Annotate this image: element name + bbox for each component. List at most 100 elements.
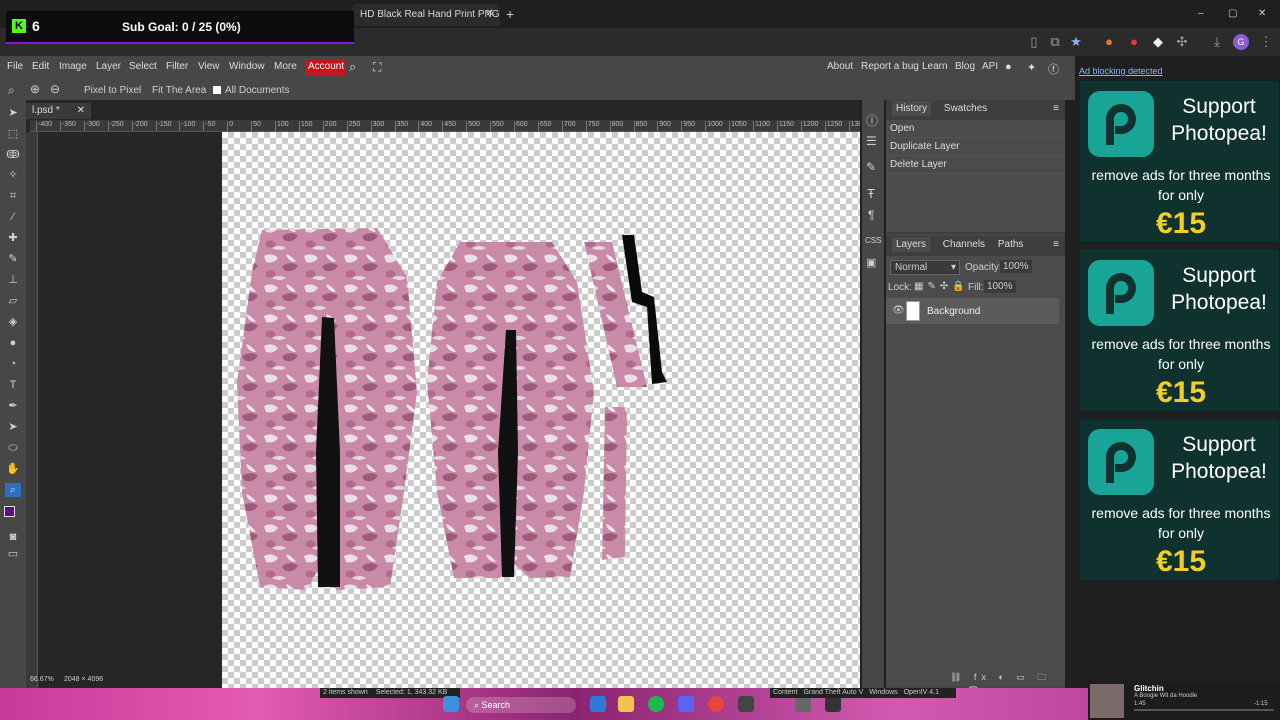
- foreground-color-swatch[interactable]: [4, 506, 15, 517]
- file-explorer-icon[interactable]: [618, 696, 634, 712]
- history-item[interactable]: Open: [886, 120, 1065, 138]
- menu-image[interactable]: Image: [59, 61, 87, 75]
- maximize-button[interactable]: ▢: [1228, 8, 1237, 19]
- obs-icon[interactable]: [738, 696, 754, 712]
- eraser-tool-icon[interactable]: ▱: [5, 294, 21, 308]
- crop-tool-icon[interactable]: ⌗: [5, 189, 21, 203]
- tab-channels[interactable]: Channels: [943, 239, 985, 250]
- tab-history[interactable]: History: [892, 101, 932, 116]
- ad-banner[interactable]: Support Photopea! remove ads for three m…: [1079, 80, 1280, 243]
- tab-paths[interactable]: Paths: [998, 239, 1024, 250]
- link-blog[interactable]: Blog: [955, 61, 975, 75]
- ad-banner[interactable]: Support Photopea! remove ads for three m…: [1079, 418, 1280, 581]
- screen-mode-icon[interactable]: ▭: [5, 547, 21, 561]
- paragraph-icon[interactable]: ¶: [868, 208, 874, 222]
- pen-tool-icon[interactable]: ✒: [5, 399, 21, 413]
- close-tab-icon[interactable]: ✕: [486, 8, 494, 19]
- clone-stamp-tool-icon[interactable]: ⊥: [5, 273, 21, 287]
- eyedropper-tool-icon[interactable]: ⁄: [5, 210, 21, 224]
- minimize-button[interactable]: –: [1198, 8, 1204, 19]
- extension-icon[interactable]: ●: [1101, 34, 1117, 50]
- properties-icon[interactable]: ☰: [866, 134, 877, 148]
- magic-wand-tool-icon[interactable]: ✧: [5, 168, 21, 182]
- blend-mode-select[interactable]: Normal ▾: [890, 260, 960, 275]
- healing-tool-icon[interactable]: ✚: [5, 231, 21, 245]
- menu-edit[interactable]: Edit: [32, 61, 49, 75]
- extension-icon[interactable]: ◆: [1150, 34, 1166, 50]
- fullscreen-icon[interactable]: ⛶: [373, 60, 381, 74]
- taskbar-search[interactable]: ⌕ Search: [466, 697, 576, 713]
- page-icon[interactable]: ▯: [1026, 34, 1042, 50]
- menu-layer[interactable]: Layer: [96, 61, 121, 75]
- ad-banner[interactable]: Support Photopea! remove ads for three m…: [1079, 249, 1280, 412]
- menu-view[interactable]: View: [198, 61, 220, 75]
- image-icon[interactable]: ▣: [866, 256, 876, 269]
- reddit-icon[interactable]: ●: [1005, 61, 1012, 75]
- taskbar-app-icon[interactable]: [590, 696, 606, 712]
- spotify-icon[interactable]: [648, 696, 664, 712]
- new-tab-button[interactable]: +: [506, 6, 514, 22]
- layer-row[interactable]: 👁 Background: [886, 298, 1059, 324]
- menu-select[interactable]: Select: [129, 61, 157, 75]
- eye-icon[interactable]: 👁: [892, 305, 905, 316]
- hand-tool-icon[interactable]: ✋: [5, 462, 21, 476]
- discord-icon[interactable]: [678, 696, 694, 712]
- download-icon[interactable]: ⤓: [1209, 34, 1225, 50]
- profile-avatar[interactable]: G: [1233, 34, 1249, 50]
- browser-tab[interactable]: HD Black Real Hand Print PNG ✕: [352, 4, 500, 26]
- shape-tool-icon[interactable]: ⬭: [5, 441, 21, 455]
- search-icon[interactable]: ⌕: [349, 59, 356, 74]
- menu-more[interactable]: More: [274, 61, 297, 75]
- dodge-tool-icon[interactable]: ◔: [5, 357, 21, 371]
- menu-file[interactable]: File: [7, 61, 23, 75]
- link-learn[interactable]: Learn: [922, 61, 948, 75]
- brush-settings-icon[interactable]: ✎: [866, 160, 876, 174]
- panel-menu-icon[interactable]: ≡: [1053, 103, 1059, 114]
- move-tool-icon[interactable]: ➤: [5, 106, 21, 120]
- zoom-tool-icon[interactable]: ⌕: [5, 483, 21, 497]
- tab-swatches[interactable]: Swatches: [944, 103, 987, 114]
- zoom-out-icon[interactable]: ⊖: [50, 82, 60, 96]
- close-document-icon[interactable]: ✕: [77, 105, 85, 116]
- type-tool-icon[interactable]: T: [5, 378, 21, 392]
- install-app-icon[interactable]: ⧉: [1047, 34, 1063, 50]
- path-select-tool-icon[interactable]: ➤: [5, 420, 21, 434]
- paint-bucket-tool-icon[interactable]: ◈: [5, 315, 21, 329]
- link-api[interactable]: API: [982, 61, 998, 75]
- account-button[interactable]: Account: [306, 59, 347, 76]
- tab-layers[interactable]: Layers: [892, 237, 931, 252]
- link-about[interactable]: About: [827, 61, 853, 75]
- canvas[interactable]: [222, 132, 860, 688]
- lasso-tool-icon[interactable]: ↂ: [5, 148, 21, 162]
- css-icon[interactable]: CSS: [865, 236, 881, 245]
- media-widget[interactable]: Glitchin A Boogie Wit da Hoodie 1:45 -1:…: [1088, 682, 1280, 720]
- facebook-icon[interactable]: ⓕ: [1048, 61, 1059, 76]
- chrome-menu-icon[interactable]: ⋮: [1258, 34, 1274, 50]
- taskbar-app-icon[interactable]: [825, 696, 841, 712]
- ad-blocking-notice[interactable]: Ad blocking detected: [1079, 66, 1163, 76]
- history-item[interactable]: Duplicate Layer: [886, 138, 1065, 156]
- opacity-input[interactable]: 100%: [1000, 260, 1032, 273]
- windows-start-icon[interactable]: [443, 696, 459, 712]
- twitter-icon[interactable]: ✦: [1027, 61, 1036, 75]
- link-report-bug[interactable]: Report a bug: [861, 61, 919, 75]
- quick-mask-icon[interactable]: ◙: [5, 530, 21, 544]
- all-documents-checkbox[interactable]: [213, 86, 221, 94]
- pixel-to-pixel-button[interactable]: Pixel to Pixel: [84, 85, 141, 96]
- info-icon[interactable]: ⓘ: [866, 112, 878, 129]
- panel-menu-icon[interactable]: ≡: [1053, 239, 1059, 250]
- document-tab[interactable]: l.psd * ✕: [26, 103, 91, 119]
- fill-input[interactable]: 100%: [984, 280, 1016, 293]
- zoom-in-icon[interactable]: ⊕: [30, 82, 40, 96]
- lock-icons[interactable]: ▦✎✣🔒: [914, 281, 969, 292]
- taskbar-app-icon[interactable]: [795, 696, 811, 712]
- chrome-icon[interactable]: [708, 696, 724, 712]
- menu-window[interactable]: Window: [229, 61, 265, 75]
- character-icon[interactable]: Ŧ: [867, 186, 875, 201]
- marquee-tool-icon[interactable]: ⬚: [5, 127, 21, 141]
- history-item[interactable]: Delete Layer: [886, 156, 1065, 174]
- close-window-button[interactable]: ✕: [1258, 8, 1266, 19]
- menu-filter[interactable]: Filter: [166, 61, 188, 75]
- extensions-puzzle-icon[interactable]: ✣: [1174, 34, 1190, 50]
- blur-tool-icon[interactable]: ●: [5, 336, 21, 350]
